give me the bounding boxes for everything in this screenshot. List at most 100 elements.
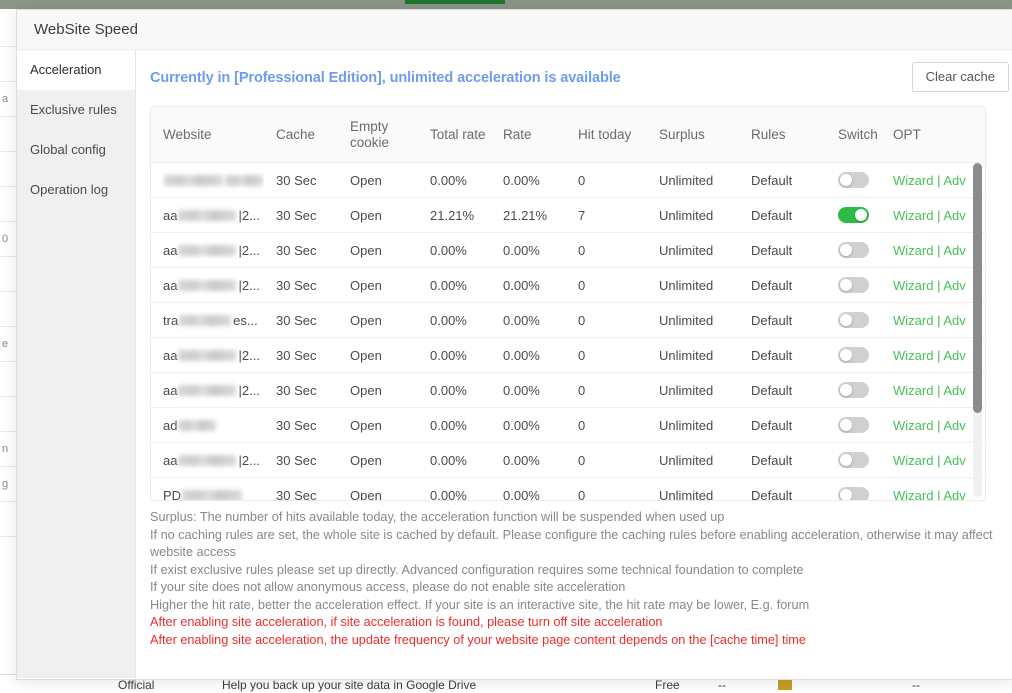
cell-empty-cookie[interactable]: Open	[338, 443, 418, 478]
cell-empty-cookie[interactable]: Open	[338, 373, 418, 408]
cell-surplus[interactable]: Unlimited	[647, 338, 739, 373]
cell-switch	[828, 338, 892, 373]
advanced-link[interactable]: Adv	[943, 208, 965, 223]
advanced-link[interactable]: Adv	[943, 383, 965, 398]
cell-rules[interactable]: Default	[739, 478, 828, 502]
table-row[interactable]: aa|2...30 SecOpen0.00%0.00%0UnlimitedDef…	[151, 373, 986, 408]
table-row[interactable]: aa|2...30 SecOpen0.00%0.00%0UnlimitedDef…	[151, 233, 986, 268]
cell-cache: 30 Sec	[264, 443, 338, 478]
wizard-link[interactable]: Wizard	[893, 313, 933, 328]
cell-website: aa|2...	[151, 268, 264, 303]
advanced-link[interactable]: Adv	[943, 313, 965, 328]
website-name-redacted	[182, 490, 242, 501]
acceleration-toggle[interactable]	[838, 347, 869, 363]
cell-rules[interactable]: Default	[739, 268, 828, 303]
website-name-redacted	[179, 315, 231, 326]
cell-rules[interactable]: Default	[739, 163, 828, 198]
cell-surplus[interactable]: Unlimited	[647, 268, 739, 303]
table-row[interactable]: aa|2...30 SecOpen21.21%21.21%7UnlimitedD…	[151, 198, 986, 233]
table-row[interactable]: traes...30 SecOpen0.00%0.00%0UnlimitedDe…	[151, 303, 986, 338]
table-row[interactable]: aa|2...30 SecOpen0.00%0.00%0UnlimitedDef…	[151, 443, 986, 478]
acceleration-toggle[interactable]	[838, 207, 869, 223]
cell-empty-cookie[interactable]: Open	[338, 338, 418, 373]
cell-rules[interactable]: Default	[739, 198, 828, 233]
opt-separator: |	[933, 173, 943, 188]
bg-left-cell: e	[0, 327, 16, 362]
page-loading-progress-bar	[405, 0, 505, 4]
acceleration-toggle[interactable]	[838, 452, 869, 468]
screen-root: a0eng Official Help you back up your sit…	[0, 0, 1012, 693]
cell-surplus[interactable]: Unlimited	[647, 198, 739, 233]
sidebar-item-label: Operation log	[30, 182, 108, 197]
cell-opt: Wizard | Adv	[892, 338, 986, 373]
cell-rules[interactable]: Default	[739, 233, 828, 268]
cell-empty-cookie[interactable]: Open	[338, 268, 418, 303]
acceleration-toggle[interactable]	[838, 417, 869, 433]
wizard-link[interactable]: Wizard	[893, 278, 933, 293]
website-name-suffix: |2...	[238, 383, 259, 398]
table-row[interactable]: ad30 SecOpen0.00%0.00%0UnlimitedDefaultW…	[151, 408, 986, 443]
wizard-link[interactable]: Wizard	[893, 243, 933, 258]
cell-rules[interactable]: Default	[739, 373, 828, 408]
acceleration-toggle[interactable]	[838, 277, 869, 293]
cell-surplus[interactable]: Unlimited	[647, 443, 739, 478]
toggle-knob-icon	[840, 384, 852, 396]
wizard-link[interactable]: Wizard	[893, 488, 933, 502]
advanced-link[interactable]: Adv	[943, 243, 965, 258]
advanced-link[interactable]: Adv	[943, 418, 965, 433]
table-row[interactable]: aa|2...30 SecOpen0.00%0.00%0UnlimitedDef…	[151, 338, 986, 373]
sidebar-item-global-config[interactable]: Global config	[17, 130, 135, 170]
cell-empty-cookie[interactable]: Open	[338, 163, 418, 198]
acceleration-toggle[interactable]	[838, 487, 869, 501]
table-scrollbar-track[interactable]	[973, 163, 982, 497]
column-header-hit-today: Hit today	[566, 107, 647, 163]
website-name-suffix: |2...	[238, 243, 259, 258]
cell-surplus[interactable]: Unlimited	[647, 163, 739, 198]
sidebar-item-exclusive-rules[interactable]: Exclusive rules	[17, 90, 135, 130]
advanced-link[interactable]: Adv	[943, 453, 965, 468]
acceleration-toggle[interactable]	[838, 172, 869, 188]
acceleration-toggle[interactable]	[838, 382, 869, 398]
wizard-link[interactable]: Wizard	[893, 208, 933, 223]
cell-empty-cookie[interactable]: Open	[338, 478, 418, 502]
cell-rules[interactable]: Default	[739, 443, 828, 478]
cell-rules[interactable]: Default	[739, 303, 828, 338]
table-scrollbar-thumb[interactable]	[973, 163, 982, 413]
sidebar-item-acceleration[interactable]: Acceleration	[17, 50, 135, 90]
cell-surplus[interactable]: Unlimited	[647, 303, 739, 338]
table-row[interactable]: PD30 SecOpen0.00%0.00%0UnlimitedDefaultW…	[151, 478, 986, 502]
table-row[interactable]: aa|2...30 SecOpen0.00%0.00%0UnlimitedDef…	[151, 268, 986, 303]
cell-empty-cookie[interactable]: Open	[338, 233, 418, 268]
cell-total-rate: 0.00%	[418, 338, 491, 373]
cell-rate: 0.00%	[491, 268, 566, 303]
acceleration-toggle[interactable]	[838, 242, 869, 258]
wizard-link[interactable]: Wizard	[893, 453, 933, 468]
opt-separator: |	[933, 348, 943, 363]
sidebar-item-operation-log[interactable]: Operation log	[17, 170, 135, 210]
cell-empty-cookie[interactable]: Open	[338, 408, 418, 443]
advanced-link[interactable]: Adv	[943, 488, 965, 502]
cell-surplus[interactable]: Unlimited	[647, 478, 739, 502]
bg-cell-value-b: --	[912, 678, 920, 692]
wizard-link[interactable]: Wizard	[893, 173, 933, 188]
wizard-link[interactable]: Wizard	[893, 383, 933, 398]
acceleration-toggle[interactable]	[838, 312, 869, 328]
advanced-link[interactable]: Adv	[943, 348, 965, 363]
advanced-link[interactable]: Adv	[943, 278, 965, 293]
advanced-link[interactable]: Adv	[943, 173, 965, 188]
table-row[interactable]: 30 SecOpen0.00%0.00%0UnlimitedDefaultWiz…	[151, 163, 986, 198]
cell-total-rate: 0.00%	[418, 233, 491, 268]
cell-cache: 30 Sec	[264, 268, 338, 303]
cell-empty-cookie[interactable]: Open	[338, 303, 418, 338]
wizard-link[interactable]: Wizard	[893, 418, 933, 433]
cell-surplus[interactable]: Unlimited	[647, 373, 739, 408]
clear-cache-button[interactable]: Clear cache	[912, 62, 1009, 92]
cell-surplus[interactable]: Unlimited	[647, 408, 739, 443]
cell-rules[interactable]: Default	[739, 408, 828, 443]
cell-surplus[interactable]: Unlimited	[647, 233, 739, 268]
cell-rules[interactable]: Default	[739, 338, 828, 373]
cell-empty-cookie[interactable]: Open	[338, 198, 418, 233]
wizard-link[interactable]: Wizard	[893, 348, 933, 363]
cell-hit-today: 0	[566, 443, 647, 478]
cell-total-rate: 0.00%	[418, 443, 491, 478]
